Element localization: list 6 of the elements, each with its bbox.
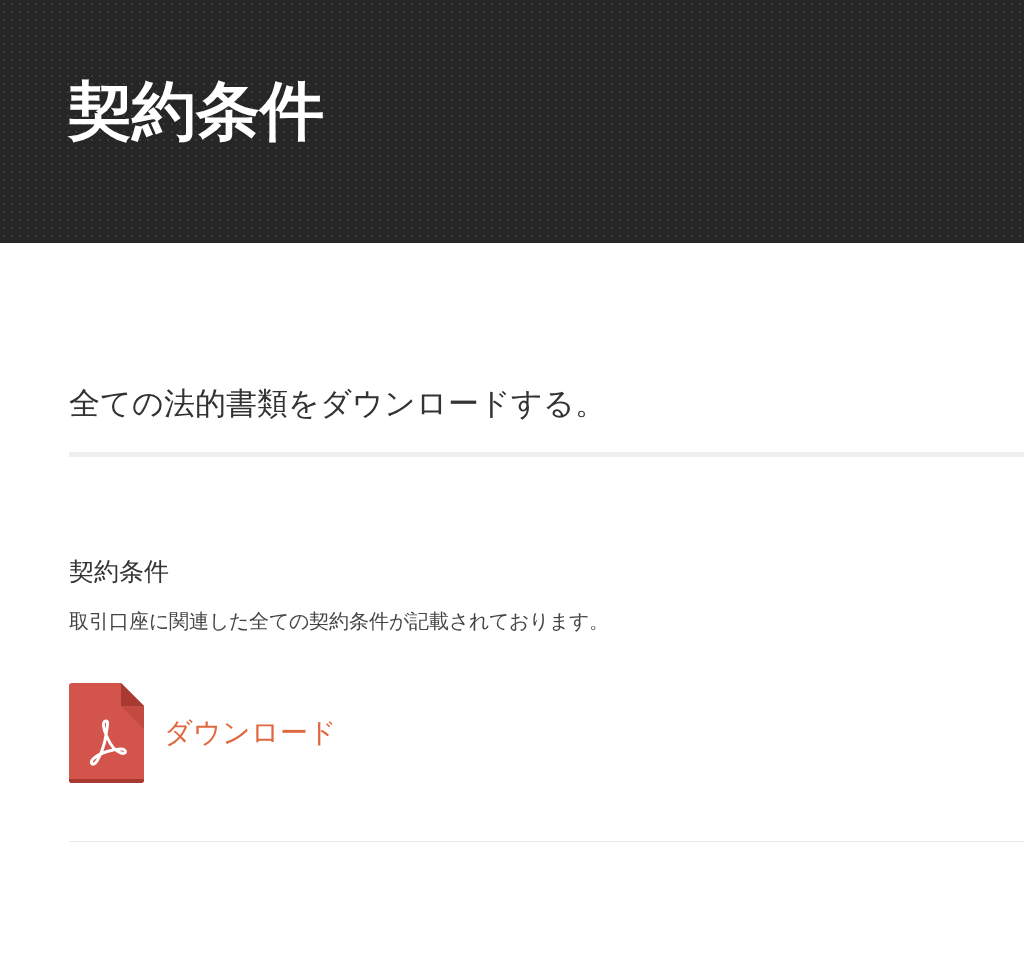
document-title: 契約条件 bbox=[69, 556, 170, 588]
document-description: 取引口座に関連した全ての契約条件が記載されております。 bbox=[69, 608, 610, 635]
download-link[interactable]: ダウンロード bbox=[164, 714, 337, 752]
page-title: 契約条件 bbox=[68, 76, 324, 147]
pdf-file-icon[interactable] bbox=[69, 683, 144, 783]
intro-text: 全ての法的書類をダウンロードする。 bbox=[69, 384, 607, 423]
